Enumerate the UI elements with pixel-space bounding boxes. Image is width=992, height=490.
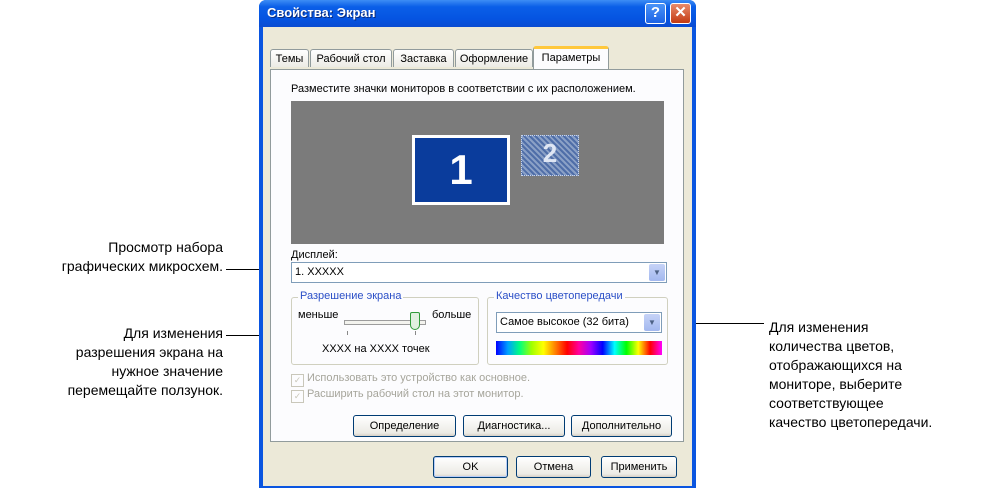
tab-desktop[interactable]: Рабочий стол bbox=[310, 49, 392, 67]
color-quality-select[interactable]: Самое высокое (32 бита) ▼ bbox=[496, 312, 662, 333]
slider-tick bbox=[347, 331, 348, 335]
resolution-more-label: больше bbox=[432, 309, 472, 321]
color-quality-swatch bbox=[496, 341, 662, 355]
monitor-1-icon[interactable]: 1 bbox=[412, 135, 510, 205]
cancel-button[interactable]: Отмена bbox=[516, 456, 591, 478]
window-title: Свойства: Экран bbox=[267, 5, 376, 20]
color-quality-group: Качество цветопередачи Самое высокое (32… bbox=[487, 290, 668, 365]
ok-button[interactable]: OK bbox=[433, 456, 508, 478]
tab-settings[interactable]: Параметры bbox=[533, 46, 609, 69]
monitor-arrangement-preview: 1 2 bbox=[291, 101, 664, 244]
callout-resolution: Для изменения разрешения экрана на нужно… bbox=[67, 325, 223, 398]
color-quality-value: Самое высокое (32 бита) bbox=[500, 316, 629, 328]
extend-desktop-checkbox[interactable]: ✓ Расширить рабочий стол на этот монитор. bbox=[291, 388, 524, 403]
chevron-down-icon[interactable]: ▼ bbox=[649, 264, 665, 281]
resolution-less-label: меньше bbox=[298, 309, 339, 321]
display-label: Дисплей: bbox=[291, 249, 338, 261]
callout-chipset: Просмотр набора графических микросхем. bbox=[61, 239, 223, 274]
troubleshoot-button[interactable]: Диагностика... bbox=[463, 415, 565, 437]
tab-screensaver[interactable]: Заставка bbox=[393, 49, 454, 67]
chevron-down-icon[interactable]: ▼ bbox=[644, 314, 660, 331]
dialog-client-area: Темы Рабочий стол Заставка Оформление Па… bbox=[263, 27, 692, 486]
primary-device-checkbox[interactable]: ✓ Использовать это устройство как основно… bbox=[291, 372, 530, 387]
color-quality-legend: Качество цветопередачи bbox=[494, 290, 625, 302]
identify-button[interactable]: Определение bbox=[353, 415, 456, 437]
settings-tab-page: Разместите значки мониторов в соответств… bbox=[270, 69, 684, 442]
resolution-value: XXXX на XXXX точек bbox=[322, 343, 430, 355]
display-select-value: 1. XXXXX bbox=[295, 266, 344, 278]
callout-colors: Для изменения количества цветов, отображ… bbox=[769, 319, 933, 430]
resolution-slider-thumb[interactable] bbox=[410, 312, 420, 330]
tab-themes[interactable]: Темы bbox=[270, 49, 309, 67]
slider-tick bbox=[415, 331, 416, 335]
checkmark-icon[interactable]: ✓ bbox=[291, 374, 304, 387]
advanced-button[interactable]: Дополнительно bbox=[571, 415, 672, 437]
monitor-instruction: Разместите значки мониторов в соответств… bbox=[291, 83, 636, 95]
apply-button[interactable]: Применить bbox=[601, 456, 677, 478]
close-button[interactable]: ✕ bbox=[670, 3, 691, 24]
monitor-2-icon[interactable]: 2 bbox=[521, 135, 579, 176]
tab-appearance[interactable]: Оформление bbox=[455, 49, 533, 67]
checkmark-icon[interactable]: ✓ bbox=[291, 390, 304, 403]
display-properties-dialog: Свойства: Экран ? ✕ Темы Рабочий стол За… bbox=[259, 0, 696, 488]
help-button[interactable]: ? bbox=[645, 3, 666, 24]
resolution-legend: Разрешение экрана bbox=[298, 290, 404, 302]
title-bar[interactable]: Свойства: Экран ? ✕ bbox=[259, 0, 696, 27]
resolution-group: Разрешение экрана меньше больше XXXX на … bbox=[291, 290, 479, 365]
display-select[interactable]: 1. XXXXX ▼ bbox=[291, 262, 667, 283]
